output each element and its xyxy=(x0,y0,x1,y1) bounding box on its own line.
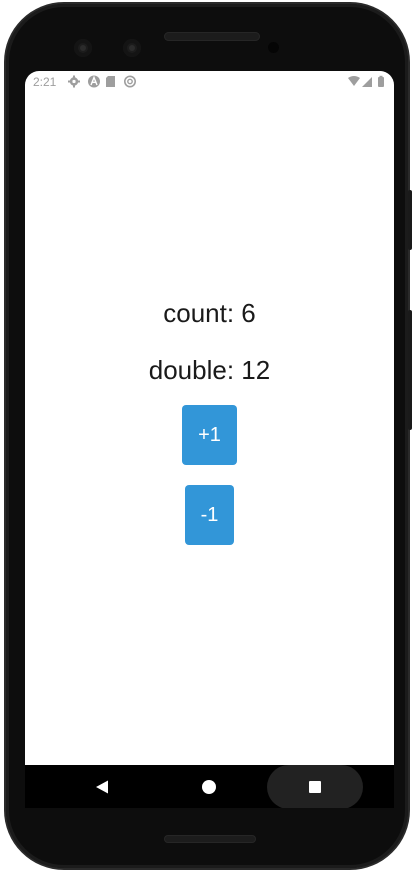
sd-card-icon xyxy=(106,76,115,87)
navigation-bar xyxy=(25,765,394,808)
status-time: 2:21 xyxy=(33,75,57,89)
notification-icons xyxy=(68,75,148,88)
volume-button xyxy=(408,310,412,430)
sync-icon xyxy=(123,75,136,88)
home-icon[interactable] xyxy=(202,780,216,794)
proximity-sensor xyxy=(268,42,279,53)
power-button xyxy=(408,190,412,250)
back-icon[interactable] xyxy=(95,780,109,794)
bottom-speaker xyxy=(164,835,256,843)
double-label: double: 12 xyxy=(148,355,271,385)
decrement-button[interactable]: -1 xyxy=(185,485,234,545)
front-camera-right xyxy=(123,39,141,57)
front-camera-left xyxy=(74,39,92,57)
count-label: count: 6 xyxy=(163,298,256,328)
recents-icon[interactable] xyxy=(309,781,321,793)
status-bar: 2:21 xyxy=(25,71,394,93)
increment-button[interactable]: +1 xyxy=(182,405,237,465)
settings-icon xyxy=(68,75,80,88)
wifi-icon xyxy=(348,76,360,86)
app-screen: 2:21 count: 6 double: 12 +1 -1 xyxy=(25,71,394,808)
earpiece-speaker xyxy=(164,32,260,41)
cell-signal-icon xyxy=(362,77,372,87)
battery-icon xyxy=(378,77,384,87)
a-logo-icon xyxy=(88,75,100,88)
system-icons xyxy=(348,75,388,88)
